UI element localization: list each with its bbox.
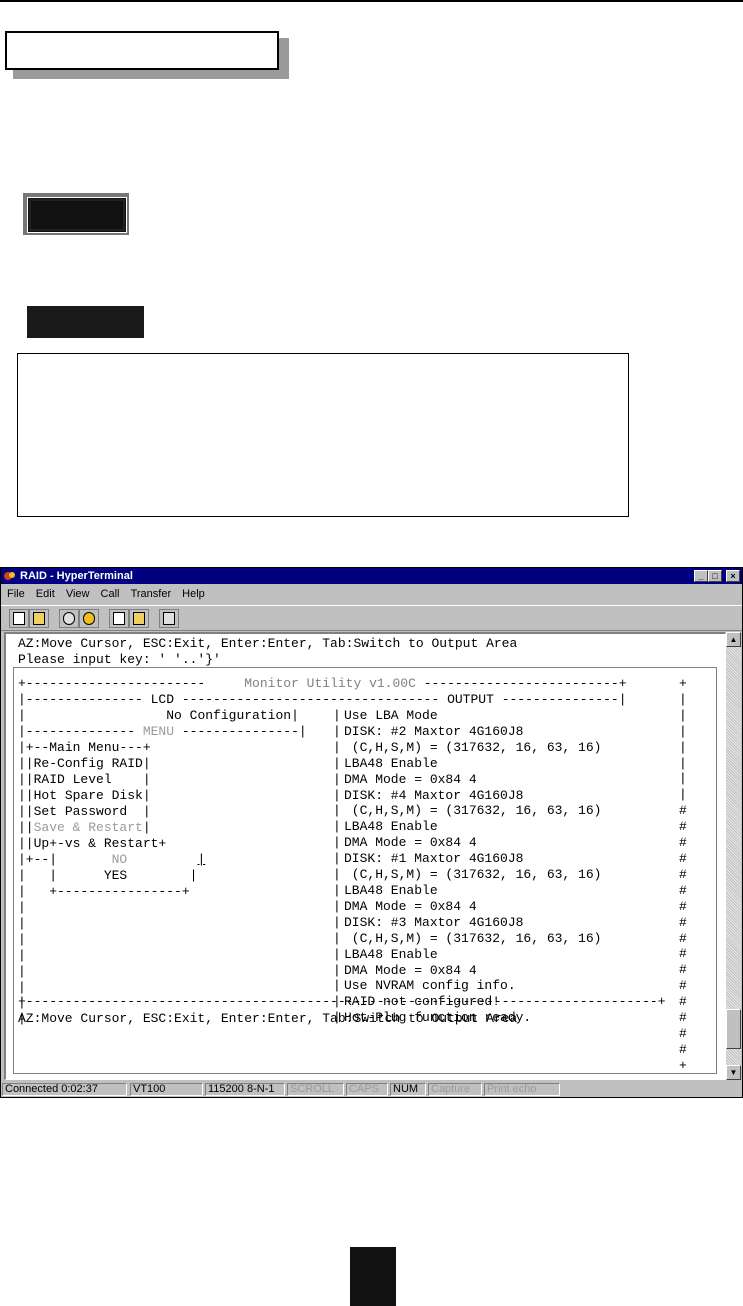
- status-capture: Capture: [428, 1083, 482, 1096]
- output-line: DISK: #3 Maxtor 4G160J8: [344, 914, 524, 930]
- output-line: DMA Mode = 0x84 4: [344, 771, 477, 787]
- terminal-bottom-help: AZ:Move Cursor, ESC:Exit, Enter:Enter, T…: [18, 1011, 518, 1026]
- output-line: DISK: #2 Maxtor 4G160J8: [344, 723, 524, 739]
- restore-button[interactable]: □: [708, 570, 722, 582]
- status-connected: Connected 0:02:37: [2, 1083, 127, 1096]
- vertical-scrollbar[interactable]: ▲ ▼: [726, 632, 741, 1080]
- main-menu-title: Main Menu: [49, 740, 120, 755]
- menu-view[interactable]: View: [66, 588, 90, 600]
- status-port-settings: 115200 8-N-1: [205, 1083, 285, 1096]
- output-line: (C,H,S,M) = (317632, 16, 63, 16): [344, 803, 602, 819]
- status-emulation: VT100: [130, 1083, 203, 1096]
- output-line: (C,H,S,M) = (317632, 16, 63, 16): [344, 739, 602, 755]
- menu-item-raid-level[interactable]: ||RAID Level |: [18, 772, 151, 788]
- top-rule: [0, 0, 743, 2]
- output-line: LBA48 Enable: [344, 755, 438, 771]
- output-line: DMA Mode = 0x84 4: [344, 898, 477, 914]
- menu-item-up-restart[interactable]: ||Up+-vs & Restart+: [18, 836, 166, 852]
- output-line: DISK: #4 Maxtor 4G160J8: [344, 787, 524, 803]
- confirm-box-bottom: | +----------------+: [18, 884, 190, 899]
- menu-edit[interactable]: Edit: [36, 588, 55, 600]
- window-title: RAID - HyperTerminal: [20, 570, 133, 582]
- open-icon[interactable]: [29, 609, 49, 628]
- receive-icon[interactable]: [129, 609, 149, 628]
- minimize-button[interactable]: _: [694, 570, 708, 582]
- main-menu-row: |+--Main Menu---+: [18, 740, 151, 755]
- lcd-output-border: |--------------- LCD -------------------…: [18, 692, 627, 707]
- window-titlebar[interactable]: RAID - HyperTerminal _ □ ×: [1, 568, 742, 584]
- output-line: LBA48 Enable: [344, 882, 438, 898]
- confirm-no[interactable]: |+--| NO |: [18, 852, 205, 868]
- status-num: NUM: [390, 1083, 426, 1096]
- section-title-box: [5, 31, 279, 70]
- output-line: Use LBA Mode: [344, 708, 438, 723]
- terminal-area[interactable]: AZ:Move Cursor, ESC:Exit, Enter:Enter, T…: [4, 632, 726, 1080]
- lcd-row: | No Configuration|: [18, 708, 299, 723]
- menu-transfer[interactable]: Transfer: [131, 588, 172, 600]
- output-line: (C,H,S,M) = (317632, 16, 63, 16): [344, 867, 602, 883]
- page-number-box: [350, 1247, 396, 1306]
- disconnect-icon[interactable]: [79, 609, 99, 628]
- menu-item-hot-spare[interactable]: ||Hot Spare Disk|: [18, 788, 151, 804]
- menu-bar: File Edit View Call Transfer Help: [1, 585, 742, 603]
- output-line: LBA48 Enable: [344, 946, 438, 962]
- new-icon[interactable]: [9, 609, 29, 628]
- menu-call[interactable]: Call: [101, 588, 120, 600]
- lcd-text: No Configuration: [166, 708, 292, 723]
- toolbar: [1, 605, 742, 631]
- hyperterminal-window: RAID - HyperTerminal _ □ × File Edit Vie…: [0, 567, 743, 1098]
- properties-icon[interactable]: [159, 609, 179, 628]
- menu-item-reconfig[interactable]: ||Re-Config RAID|: [18, 756, 151, 772]
- menu-item-save-restart[interactable]: ||Save & Restart|: [18, 820, 151, 836]
- output-line: Use NVRAM config info.: [344, 978, 516, 994]
- menu-border: |-------------- MENU ---------------|: [18, 724, 307, 739]
- terminal-prompt-line: Please input key: ' '..'}': [18, 652, 221, 667]
- status-print-echo: Print echo: [484, 1083, 560, 1096]
- terminal-help-line: AZ:Move Cursor, ESC:Exit, Enter:Enter, T…: [18, 636, 518, 651]
- output-panel: Use LBA Mode DISK: #2 Maxtor 4G160J8 (C,…: [344, 708, 601, 1026]
- close-button[interactable]: ×: [726, 570, 740, 582]
- output-line: DMA Mode = 0x84 4: [344, 835, 477, 851]
- output-line: (C,H,S,M) = (317632, 16, 63, 16): [344, 930, 602, 946]
- menu-item-set-password[interactable]: ||Set Password |: [18, 804, 151, 820]
- right-edge-markers: + | | | | | | | # # # # # # # # # # # # …: [679, 676, 687, 1073]
- bottom-border: +---------------------------------------…: [18, 994, 666, 1009]
- step-label-box: [27, 197, 127, 233]
- scroll-down-arrow-icon[interactable]: ▼: [726, 1065, 741, 1080]
- call-icon[interactable]: [59, 609, 79, 628]
- column-divider: | | | | | | | | | | | | | | | | | | | |: [333, 708, 341, 1026]
- menu-help[interactable]: Help: [182, 588, 205, 600]
- output-line: LBA48 Enable: [344, 819, 438, 835]
- output-line: DISK: #1 Maxtor 4G160J8: [344, 851, 524, 867]
- send-icon[interactable]: [109, 609, 129, 628]
- menu-file[interactable]: File: [7, 588, 25, 600]
- scroll-up-arrow-icon[interactable]: ▲: [726, 632, 741, 647]
- status-caps: CAPS: [346, 1083, 388, 1096]
- note-box: [17, 353, 629, 517]
- scroll-thumb[interactable]: [726, 1009, 741, 1049]
- status-scroll: SCROLL: [287, 1083, 344, 1096]
- status-bar: Connected 0:02:37 VT100 115200 8-N-1 SCR…: [1, 1082, 742, 1097]
- output-line: DMA Mode = 0x84 4: [344, 962, 477, 978]
- confirm-yes[interactable]: | | YES |: [18, 868, 197, 884]
- hyperterminal-app-icon: [4, 572, 15, 580]
- header-border: +----------------------- Monitor Utility…: [18, 676, 627, 691]
- tag-label-box: [27, 306, 144, 338]
